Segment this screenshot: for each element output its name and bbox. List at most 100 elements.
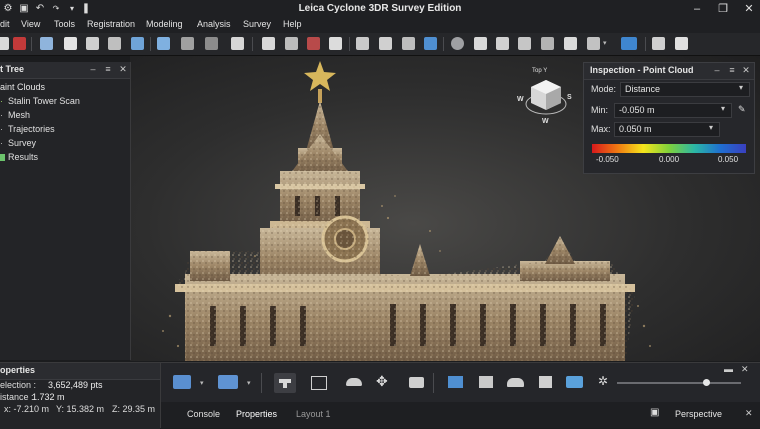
fit-icon[interactable]: [231, 37, 244, 50]
trajectory-icon: ·: [0, 124, 3, 134]
chevron-down-icon[interactable]: ▾: [200, 379, 204, 387]
tab-properties[interactable]: Properties: [236, 409, 277, 419]
menu-view[interactable]: View: [21, 19, 40, 29]
eyedropper-icon[interactable]: ✎: [738, 104, 746, 115]
coord-x: x: -7.210 m: [4, 404, 50, 414]
settings-icon[interactable]: ✲: [598, 374, 608, 388]
minimize-button[interactable]: –: [688, 2, 706, 16]
close-icon[interactable]: ✕: [741, 65, 751, 76]
window-title: Leica Cyclone 3DR Survey Edition: [298, 3, 462, 14]
cloud-icon[interactable]: [507, 378, 524, 387]
title-bar: ⚙ ▣ ↶ ↷ ▾ ❚ Leica Cyclone 3DR Survey Edi…: [0, 0, 760, 18]
menu-analysis[interactable]: Analysis: [197, 19, 231, 29]
close-button[interactable]: ✕: [740, 2, 758, 16]
menu-edit[interactable]: dit: [0, 19, 10, 29]
maximize-button[interactable]: ❐: [714, 2, 732, 16]
tab-layout[interactable]: Layout 1: [296, 409, 331, 419]
chevron-down-icon: ▾: [721, 104, 726, 113]
min-input[interactable]: -0.050 m ▾: [614, 103, 732, 118]
tree-item-results[interactable]: Results: [0, 150, 130, 164]
grid-icon[interactable]: [329, 37, 342, 50]
split-icon[interactable]: [402, 37, 415, 50]
measure-icon[interactable]: [346, 378, 362, 386]
minimize-icon[interactable]: –: [88, 64, 98, 74]
menu-icon[interactable]: ≡: [103, 64, 113, 74]
tree-item-mesh[interactable]: · Mesh: [0, 108, 130, 122]
walk-icon[interactable]: [496, 37, 509, 50]
camera-icon[interactable]: ▣: [650, 407, 659, 418]
menu-modeling[interactable]: Modeling: [146, 19, 183, 29]
close-icon[interactable]: ✕: [741, 364, 749, 375]
results-icon: [0, 154, 5, 161]
register-icon[interactable]: [157, 37, 170, 50]
close-icon[interactable]: ✕: [118, 64, 128, 75]
table-icon[interactable]: [379, 37, 392, 50]
window-icon[interactable]: [64, 37, 77, 50]
menu-icon[interactable]: ≡: [727, 65, 737, 75]
zoom-slider[interactable]: [617, 379, 741, 386]
open-icon[interactable]: [0, 37, 9, 50]
layers-icon[interactable]: [40, 37, 53, 50]
section-icon[interactable]: [262, 37, 275, 50]
target-icon[interactable]: [205, 37, 218, 50]
copy-icon[interactable]: [86, 37, 99, 50]
compare-icon[interactable]: [541, 37, 554, 50]
chevron-down-icon[interactable]: ▾: [603, 39, 607, 47]
section-tool-button[interactable]: [274, 373, 296, 393]
minimize-icon[interactable]: –: [712, 65, 722, 75]
tree-root-row[interactable]: aint Clouds: [0, 80, 130, 94]
surface-icon[interactable]: [566, 376, 583, 388]
image-icon[interactable]: [311, 376, 327, 390]
nav-cube-bottom-label[interactable]: W: [542, 118, 549, 125]
mesh-icon[interactable]: [518, 37, 531, 50]
nav-cube[interactable]: Top Y W S W: [517, 68, 572, 128]
document-icon[interactable]: [539, 376, 552, 388]
view-mode-label[interactable]: Perspective: [675, 409, 722, 419]
tree-title: t Tree: [0, 64, 25, 74]
point-cloud-icon: ·: [0, 96, 3, 106]
minimize-icon[interactable]: ▬: [724, 364, 733, 374]
tree-item-label: Trajectories: [8, 124, 55, 134]
slider-handle[interactable]: [703, 379, 711, 386]
menu-registration[interactable]: Registration: [87, 19, 135, 29]
tree-item-trajectories[interactable]: · Trajectories: [0, 122, 130, 136]
tab-console[interactable]: Console: [187, 409, 220, 419]
scale-mid-label: 0.000: [659, 155, 680, 164]
video-icon[interactable]: [479, 376, 493, 388]
zoom-icon[interactable]: [451, 37, 464, 50]
clouds-icon[interactable]: [218, 375, 238, 389]
print-icon[interactable]: [675, 37, 688, 50]
pencil-icon[interactable]: [474, 37, 487, 50]
menu-help[interactable]: Help: [283, 19, 302, 29]
properties-title: operties: [0, 365, 36, 375]
chevron-down-icon[interactable]: ▾: [247, 379, 251, 387]
tree-item-stalin-tower-scan[interactable]: · Stalin Tower Scan: [0, 94, 130, 108]
menu-survey[interactable]: Survey: [243, 19, 271, 29]
panel-icon[interactable]: [652, 37, 665, 50]
tree-item-survey[interactable]: · Survey: [0, 136, 130, 150]
cloud-import-icon[interactable]: [13, 37, 26, 50]
clear-icon[interactable]: [307, 37, 320, 50]
polyline-icon[interactable]: [285, 37, 298, 50]
menu-tools[interactable]: Tools: [54, 19, 75, 29]
max-input[interactable]: 0.050 m ▾: [614, 122, 720, 137]
move-icon[interactable]: ✥: [376, 373, 388, 390]
color-scale-bar: [592, 144, 746, 153]
scale-max-label: 0.050: [718, 155, 739, 164]
scan-icon[interactable]: [621, 37, 637, 50]
export-icon[interactable]: [587, 37, 600, 50]
toolbox-icon[interactable]: [409, 377, 424, 388]
mesh-icon: ·: [0, 110, 3, 120]
paint-icon[interactable]: [448, 376, 463, 388]
box-icon[interactable]: [424, 37, 437, 50]
close-icon[interactable]: ✕: [745, 408, 753, 419]
layers-icon[interactable]: [173, 375, 191, 389]
report-icon[interactable]: [564, 37, 577, 50]
nav-cube-w-label[interactable]: W: [517, 96, 524, 103]
cloud-to-cloud-icon[interactable]: [181, 37, 194, 50]
merge-icon[interactable]: [131, 37, 144, 50]
view-icon[interactable]: [356, 37, 369, 50]
transform-icon[interactable]: [108, 37, 121, 50]
nav-cube-s-label[interactable]: S: [567, 94, 572, 101]
mode-dropdown[interactable]: Distance ▾: [620, 82, 750, 97]
